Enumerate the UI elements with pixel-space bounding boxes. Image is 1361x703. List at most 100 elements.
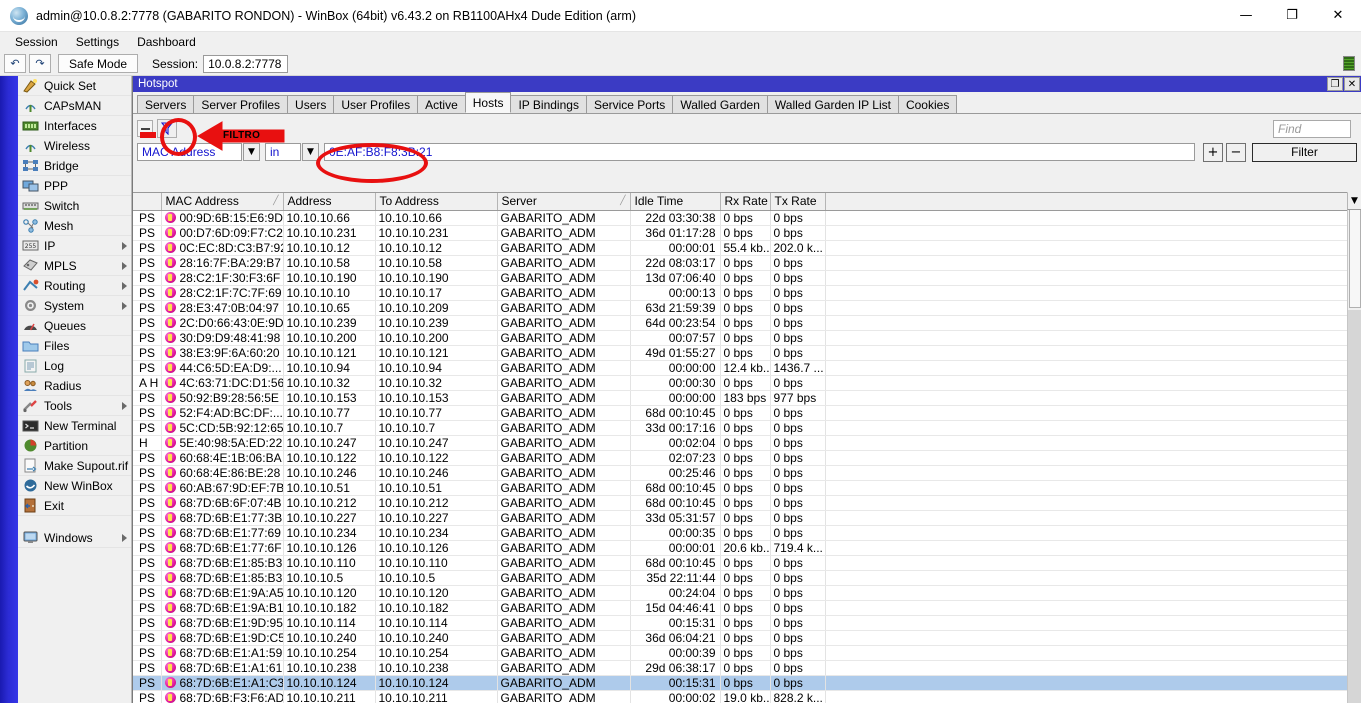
table-row[interactable]: PS 2C:D0:66:43:0E:9D 10.10.10.239 10.10.10.…: [133, 315, 1361, 331]
find-input[interactable]: Find: [1273, 119, 1351, 138]
table-row[interactable]: PS 00:9D:6B:15:E6:9D 10.10.10.66 10.10.10.6…: [133, 210, 1361, 226]
table-row[interactable]: PS 68:7D:6B:E1:A1:C3 10.10.10.124 10.10.10.…: [133, 675, 1361, 691]
table-row[interactable]: PS 68:7D:6B:E1:77:3B 10.10.10.227 10.10.10.…: [133, 510, 1361, 526]
sidebar-item-bridge[interactable]: Bridge: [18, 156, 131, 176]
scrollbar-track[interactable]: [1348, 310, 1361, 703]
menu-session[interactable]: Session: [6, 33, 67, 51]
tab-users[interactable]: Users: [287, 95, 335, 113]
table-row[interactable]: PS 28:16:7F:BA:29:B7 10.10.10.58 10.10.10.5…: [133, 255, 1361, 271]
table-row[interactable]: PS 68:7D:6B:E1:A1:61 10.10.10.238 10.10.10.…: [133, 660, 1361, 676]
tab-service-ports[interactable]: Service Ports: [585, 95, 674, 113]
sidebar-item-mesh[interactable]: Mesh: [18, 216, 131, 236]
table-row[interactable]: PS 68:7D:6B:F3:F6:AD 10.10.10.211 10.10.10.…: [133, 690, 1361, 703]
sidebar-item-capsman[interactable]: CAPsMAN: [18, 96, 131, 116]
sidebar-item-interfaces[interactable]: Interfaces: [18, 116, 131, 136]
sidebar-item-system[interactable]: System: [18, 296, 131, 316]
sidebar-item-mpls[interactable]: MPLS: [18, 256, 131, 276]
scrollbar-thumb[interactable]: [1349, 208, 1361, 308]
restore-button[interactable]: ❐: [1269, 0, 1315, 32]
column-header-to_address[interactable]: To Address: [375, 193, 498, 211]
tab-servers[interactable]: Servers: [137, 95, 195, 113]
sidebar-item-windows[interactable]: Windows: [18, 528, 131, 548]
sidebar-item-quick-set[interactable]: Quick Set: [18, 76, 131, 96]
hotspot-close-button[interactable]: ✕: [1344, 77, 1360, 91]
tab-cookies[interactable]: Cookies: [897, 95, 958, 113]
filter-operator-select[interactable]: in: [265, 143, 301, 161]
tab-user-profiles[interactable]: User Profiles: [333, 95, 419, 113]
table-row[interactable]: PS 68:7D:6B:E1:9A:A5 10.10.10.120 10.10.10.…: [133, 585, 1361, 601]
filter-funnel-icon[interactable]: [157, 119, 177, 138]
table-row[interactable]: PS 00:D7:6D:09:F7:C2 10.10.10.231 10.10.10.…: [133, 225, 1361, 241]
sidebar-item-new-winbox[interactable]: New WinBox: [18, 476, 131, 496]
table-row[interactable]: PS 68:7D:6B:E1:A1:59 10.10.10.254 10.10.10.…: [133, 645, 1361, 661]
sidebar-item-tools[interactable]: Tools: [18, 396, 131, 416]
table-row[interactable]: PS 0C:EC:8D:C3:B7:92 10.10.10.12 10.10.10.1…: [133, 240, 1361, 256]
sidebar-item-wireless[interactable]: Wireless: [18, 136, 131, 156]
sidebar-item-exit[interactable]: Exit: [18, 496, 131, 516]
table-row[interactable]: PS 60:68:4E:1B:06:BA 10.10.10.122 10.10.10.…: [133, 450, 1361, 466]
tab-active[interactable]: Active: [417, 95, 466, 113]
undo-icon[interactable]: ↶: [4, 54, 26, 73]
apply-filter-button[interactable]: Filter: [1252, 142, 1357, 162]
tab-walled-garden[interactable]: Walled Garden: [672, 95, 768, 113]
session-address-field[interactable]: 10.0.8.2:7778: [203, 54, 289, 73]
sidebar-item-switch[interactable]: Switch: [18, 196, 131, 216]
column-header-idle[interactable]: Idle Time: [630, 193, 721, 211]
table-row[interactable]: PS 30:D9:D9:48:41:98 10.10.10.200 10.10.10.…: [133, 330, 1361, 346]
column-menu-icon[interactable]: ▼: [1347, 193, 1361, 210]
remove-filter-button[interactable]: [137, 120, 153, 137]
filter-field-dropdown-icon[interactable]: ▼: [243, 143, 260, 161]
table-row[interactable]: PS 60:68:4E:86:BE:28 10.10.10.246 10.10.10.…: [133, 465, 1361, 481]
column-header-server[interactable]: Server ╱: [497, 193, 631, 211]
filter-field-select[interactable]: MAC Address: [137, 143, 242, 161]
table-row[interactable]: PS 44:C6:5D:EA:D9:... 10.10.10.94 10.10.10.…: [133, 360, 1361, 376]
table-row[interactable]: PS 28:C2:1F:30:F3:6F 10.10.10.190 10.10.10.…: [133, 270, 1361, 286]
sidebar-item-log[interactable]: Log: [18, 356, 131, 376]
table-row[interactable]: PS 28:E3:47:0B:04:97 10.10.10.65 10.10.10.2…: [133, 300, 1361, 316]
column-header-flags[interactable]: [133, 193, 162, 211]
table-row[interactable]: PS 68:7D:6B:E1:85:B3 10.10.10.5 10.10.10.5 G…: [133, 570, 1361, 586]
table-row[interactable]: A H 4C:63:71:DC:D1:56 10.10.10.32 10.10.10.…: [133, 375, 1361, 391]
sidebar-item-radius[interactable]: Radius: [18, 376, 131, 396]
column-header-address[interactable]: Address: [283, 193, 376, 211]
table-row[interactable]: PS 60:AB:67:9D:EF:7B 10.10.10.51 10.10.10.5…: [133, 480, 1361, 496]
sidebar-item-queues[interactable]: Queues: [18, 316, 131, 336]
hotspot-restore-button[interactable]: ❐: [1327, 77, 1343, 91]
sidebar-item-ppp[interactable]: PPP: [18, 176, 131, 196]
tab-server-profiles[interactable]: Server Profiles: [193, 95, 289, 113]
sidebar-item-partition[interactable]: Partition: [18, 436, 131, 456]
table-row[interactable]: PS 50:92:B9:28:56:5E 10.10.10.153 10.10.10.…: [133, 390, 1361, 406]
tab-ip-bindings[interactable]: IP Bindings: [510, 95, 587, 113]
table-row[interactable]: PS 68:7D:6B:E1:9D:C5 10.10.10.240 10.10.10.…: [133, 630, 1361, 646]
table-row[interactable]: PS 28:C2:1F:7C:7F:69 10.10.10.10 10.10.10.1…: [133, 285, 1361, 301]
redo-icon[interactable]: ↷: [29, 54, 51, 73]
vertical-scrollbar[interactable]: ▲: [1347, 192, 1361, 703]
remove-criteria-button[interactable]: −: [1226, 142, 1246, 162]
table-row[interactable]: PS 68:7D:6B:E1:77:69 10.10.10.234 10.10.10.…: [133, 525, 1361, 541]
table-row[interactable]: H 5E:40:98:5A:ED:22 10.10.10.247 10.10.10.2…: [133, 435, 1361, 451]
tab-hosts[interactable]: Hosts: [464, 92, 512, 113]
sidebar-item-new-terminal[interactable]: New Terminal: [18, 416, 131, 436]
safe-mode-button[interactable]: Safe Mode: [58, 54, 139, 73]
table-row[interactable]: PS 68:7D:6B:E1:77:6F 10.10.10.126 10.10.10.…: [133, 540, 1361, 556]
column-header-rx[interactable]: Rx Rate: [720, 193, 771, 211]
sidebar-item-files[interactable]: Files: [18, 336, 131, 356]
menu-settings[interactable]: Settings: [67, 33, 128, 51]
menu-dashboard[interactable]: Dashboard: [128, 33, 205, 51]
table-row[interactable]: PS 52:F4:AD:BC:DF:... 10.10.10.77 10.10.10.…: [133, 405, 1361, 421]
table-row[interactable]: PS 68:7D:6B:6F:07:4B 10.10.10.212 10.10.10.…: [133, 495, 1361, 511]
table-row[interactable]: PS 38:E3:9F:6A:60:20 10.10.10.121 10.10.10.…: [133, 345, 1361, 361]
sidebar-item-routing[interactable]: Routing: [18, 276, 131, 296]
column-header-tx[interactable]: Tx Rate: [770, 193, 826, 211]
column-header-mac[interactable]: MAC Address ╱: [161, 193, 284, 211]
table-row[interactable]: PS 68:7D:6B:E1:9D:95 10.10.10.114 10.10.10.…: [133, 615, 1361, 631]
close-button[interactable]: ✕: [1315, 0, 1361, 32]
minimize-button[interactable]: —: [1223, 0, 1269, 32]
table-row[interactable]: PS 68:7D:6B:E1:85:B3 10.10.10.110 10.10.10.…: [133, 555, 1361, 571]
filter-value-input[interactable]: 0E:AF:B8:F8:3B:21: [324, 143, 1195, 161]
sidebar-item-ip[interactable]: 255 IP: [18, 236, 131, 256]
sidebar-item-make-supout-rif[interactable]: Make Supout.rif: [18, 456, 131, 476]
add-filter-button[interactable]: +: [1203, 142, 1223, 162]
table-row[interactable]: PS 68:7D:6B:E1:9A:B1 10.10.10.182 10.10.10.…: [133, 600, 1361, 616]
filter-operator-dropdown-icon[interactable]: ▼: [302, 143, 319, 161]
